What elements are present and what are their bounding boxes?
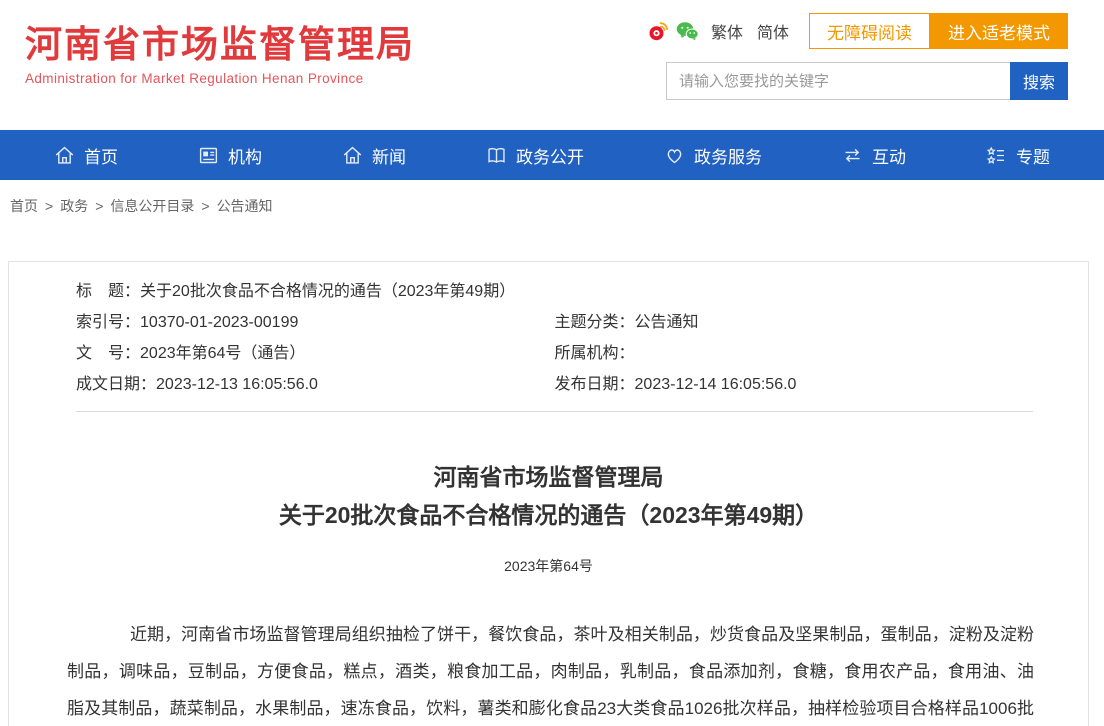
nav-label: 专题 bbox=[1016, 147, 1050, 167]
breadcrumb-separator: > bbox=[95, 198, 104, 214]
nav-label: 政务服务 bbox=[694, 147, 762, 167]
meta-docno-row: 文 号： 2023年第64号（通告） bbox=[76, 338, 555, 369]
nav-label: 互动 bbox=[872, 147, 906, 167]
site-header: 河南省市场监督管理局 Administration for Market Reg… bbox=[0, 0, 1104, 130]
nav-item-gov-service[interactable]: 政务服务 bbox=[664, 143, 762, 168]
meta-agency-label: 所属机构： bbox=[554, 345, 635, 362]
lang-traditional[interactable]: 繁体 bbox=[711, 19, 743, 43]
wechat-icon[interactable] bbox=[676, 20, 699, 42]
site-logo[interactable]: 河南省市场监督管理局 Administration for Market Reg… bbox=[25, 24, 415, 86]
meta-written-date-value: 2023-12-13 16:05:56.0 bbox=[156, 376, 318, 393]
nav-item-interaction[interactable]: 互动 bbox=[842, 143, 906, 168]
language-switch: 繁体 简体 bbox=[711, 19, 789, 43]
topics-icon bbox=[986, 146, 1004, 164]
nav-item-topics[interactable]: 专题 bbox=[986, 143, 1050, 168]
article-title: 河南省市场监督管理局 关于20批次食品不合格情况的通告（2023年第49期） bbox=[9, 458, 1088, 534]
meta-index-value: 10370-01-2023-00199 bbox=[140, 314, 299, 331]
article-body: 近期，河南省市场监督管理局组织抽检了饼干，餐饮食品，茶叶及相关制品，炒货食品及坚… bbox=[67, 616, 1034, 726]
meta-category-value: 公告通知 bbox=[634, 314, 699, 331]
social-links bbox=[647, 20, 699, 42]
gov-disclosure-icon bbox=[488, 147, 505, 163]
meta-title-label: 标 题： bbox=[76, 283, 141, 300]
article-title-line1: 河南省市场监督管理局 bbox=[433, 464, 664, 490]
nav-label: 机构 bbox=[228, 147, 262, 167]
search-input[interactable] bbox=[666, 62, 1010, 100]
meta-grid: 索引号： 10370-01-2023-00199 主题分类： 公告通知 文 号：… bbox=[76, 307, 1033, 400]
nav-item-gov-disclosure[interactable]: 政务公开 bbox=[486, 143, 584, 168]
breadcrumb-notices[interactable]: 公告通知 bbox=[217, 198, 273, 214]
document-meta: 标 题： 关于20批次食品不合格情况的通告（2023年第49期） 索引号： 10… bbox=[9, 262, 1088, 400]
search-bar: 搜索 bbox=[666, 62, 1068, 100]
meta-written-date-row: 成文日期： 2023-12-13 16:05:56.0 bbox=[76, 369, 555, 400]
meta-index-row: 索引号： 10370-01-2023-00199 bbox=[76, 307, 555, 338]
mode-buttons: 无障碍阅读 进入适老模式 bbox=[809, 13, 1068, 49]
document-panel: 标 题： 关于20批次食品不合格情况的通告（2023年第49期） 索引号： 10… bbox=[8, 261, 1089, 726]
breadcrumb-info-catalog[interactable]: 信息公开目录 bbox=[110, 198, 194, 214]
site-title: 河南省市场监督管理局 bbox=[25, 24, 415, 65]
elder-mode-button[interactable]: 进入适老模式 bbox=[930, 13, 1068, 49]
article-title-line2: 关于20批次食品不合格情况的通告（2023年第49期） bbox=[278, 502, 819, 528]
search-button[interactable]: 搜索 bbox=[1010, 62, 1068, 100]
breadcrumb-separator: > bbox=[201, 198, 210, 214]
breadcrumb-home[interactable]: 首页 bbox=[10, 198, 38, 214]
home-icon bbox=[55, 146, 74, 164]
main-nav: 首页 机构 新闻 政务公开 政务服务 互动 专题 bbox=[0, 130, 1104, 180]
accessibility-button[interactable]: 无障碍阅读 bbox=[809, 13, 930, 49]
meta-category-label: 主题分类： bbox=[554, 314, 635, 331]
breadcrumb: 首页 > 政务 > 信息公开目录 > 公告通知 bbox=[10, 196, 1104, 216]
nav-label: 新闻 bbox=[372, 147, 406, 167]
organization-icon bbox=[199, 147, 218, 163]
meta-index-label: 索引号： bbox=[76, 314, 141, 331]
meta-publish-date-row: 发布日期： 2023-12-14 16:05:56.0 bbox=[555, 369, 1034, 400]
meta-agency-row: 所属机构： bbox=[555, 338, 1034, 369]
meta-divider bbox=[76, 411, 1033, 412]
nav-item-home[interactable]: 首页 bbox=[54, 143, 118, 168]
meta-docno-label: 文 号： bbox=[76, 345, 141, 362]
breadcrumb-gov[interactable]: 政务 bbox=[60, 198, 88, 214]
meta-written-date-label: 成文日期： bbox=[76, 376, 157, 393]
meta-category-row: 主题分类： 公告通知 bbox=[555, 307, 1034, 338]
weibo-icon[interactable] bbox=[647, 20, 669, 42]
nav-item-organization[interactable]: 机构 bbox=[198, 143, 262, 168]
gov-service-icon bbox=[667, 148, 682, 163]
nav-item-news[interactable]: 新闻 bbox=[342, 143, 406, 168]
meta-docno-value: 2023年第64号（通告） bbox=[140, 345, 306, 362]
news-icon bbox=[343, 146, 362, 164]
meta-title-value: 关于20批次食品不合格情况的通告（2023年第49期） bbox=[140, 283, 516, 300]
article-doc-number: 2023年第64号 bbox=[504, 558, 593, 574]
breadcrumb-separator: > bbox=[45, 198, 54, 214]
meta-publish-date-label: 发布日期： bbox=[554, 376, 635, 393]
meta-publish-date-value: 2023-12-14 16:05:56.0 bbox=[634, 376, 797, 393]
nav-label: 首页 bbox=[84, 147, 118, 167]
top-controls: 繁体 简体 无障碍阅读 进入适老模式 bbox=[647, 13, 1068, 49]
nav-label: 政务公开 bbox=[516, 147, 584, 167]
meta-title-row: 标 题： 关于20批次食品不合格情况的通告（2023年第49期） bbox=[76, 276, 1033, 307]
article-paragraph: 近期，河南省市场监督管理局组织抽检了饼干，餐饮食品，茶叶及相关制品，炒货食品及坚… bbox=[67, 625, 1034, 718]
interaction-icon bbox=[845, 148, 860, 162]
site-subtitle: Administration for Market Regulation Hen… bbox=[25, 71, 364, 86]
lang-simplified[interactable]: 简体 bbox=[757, 19, 789, 43]
